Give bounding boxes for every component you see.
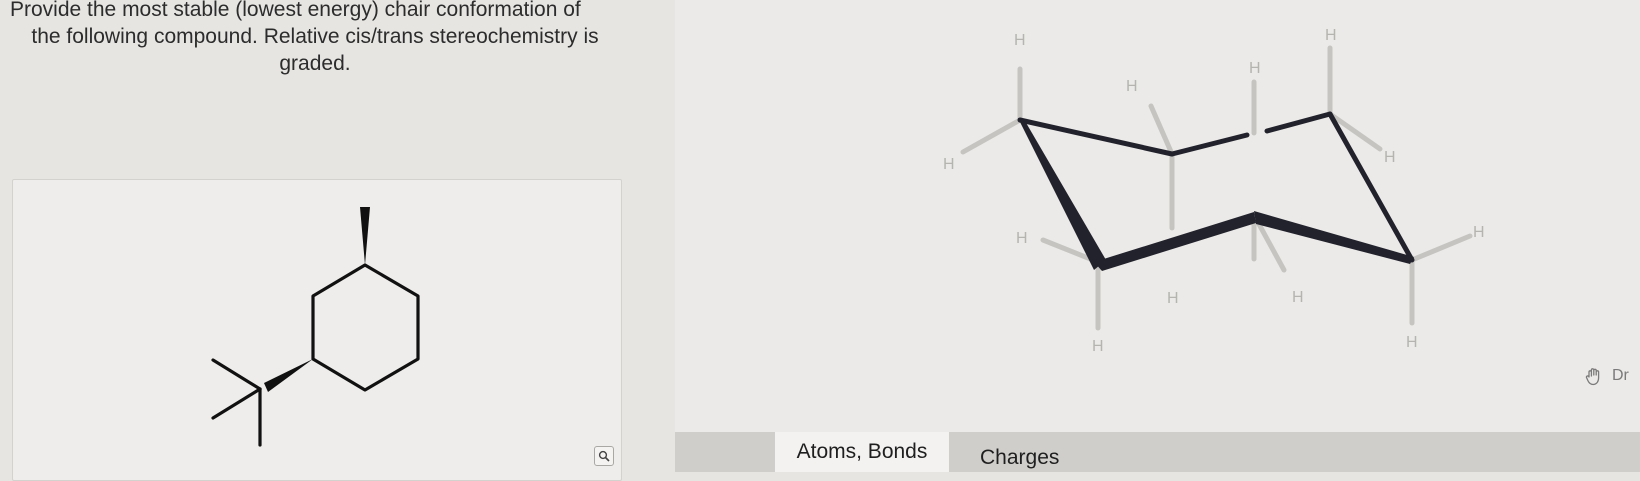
tab-atoms-bonds[interactable]: Atoms, Bonds [775,432,949,472]
zoom-button[interactable] [594,446,614,466]
ring-bond-back [1264,111,1333,134]
tbutyl-methyl-bond-2 [211,387,262,420]
bottom-toolbar: Atoms, Bonds Charges [675,432,1640,472]
h-bond [1148,103,1175,157]
tbutyl-wedge-bond [264,359,313,392]
methyl-wedge-bond [360,207,370,265]
h-atom-label: H [1384,149,1396,166]
draw-tool-label: Dr [1612,367,1629,384]
h-atom-label: H [1292,289,1304,306]
h-bond [1409,233,1473,263]
cyclohexane-ring [311,263,420,392]
question-text: Provide the most stable (lowest energy) … [10,0,620,77]
h-atom-label: H [1014,32,1026,49]
h-atom-label: H [1167,290,1179,307]
skeletal-structure [211,207,420,447]
draw-tool-button[interactable]: Dr [1584,364,1629,388]
chair-conformation: H H H H H H H H H H H H [943,27,1485,355]
tab-charges[interactable]: Charges [980,432,1059,472]
h-atom-label: H [943,156,955,173]
h-atom-label: H [1092,338,1104,355]
drawing-canvas[interactable]: H H H H H H H H H H H H [675,0,1640,432]
magnifier-icon [598,450,610,462]
h-bond [960,117,1023,155]
h-atom-label: H [1016,230,1028,247]
ring-bond-back [1169,132,1250,157]
h-atom-label: H [1325,27,1337,44]
tbutyl-methyl-bond-1 [211,358,262,391]
h-atom-label: H [1249,60,1261,77]
molecule-card [12,179,622,481]
ring-bond-front [1094,212,1256,271]
question-line-2: the following compound. Relative cis/tra… [31,25,599,48]
h-atom-label: H [1406,334,1418,351]
ring-bond-back [1017,117,1175,157]
question-line-1: Provide the most stable (lowest energy) … [10,0,581,21]
hand-icon [1585,368,1600,386]
question-line-3: graded. [279,52,351,75]
h-atom-label: H [1473,224,1485,241]
h-atom-label: H [1126,78,1138,95]
